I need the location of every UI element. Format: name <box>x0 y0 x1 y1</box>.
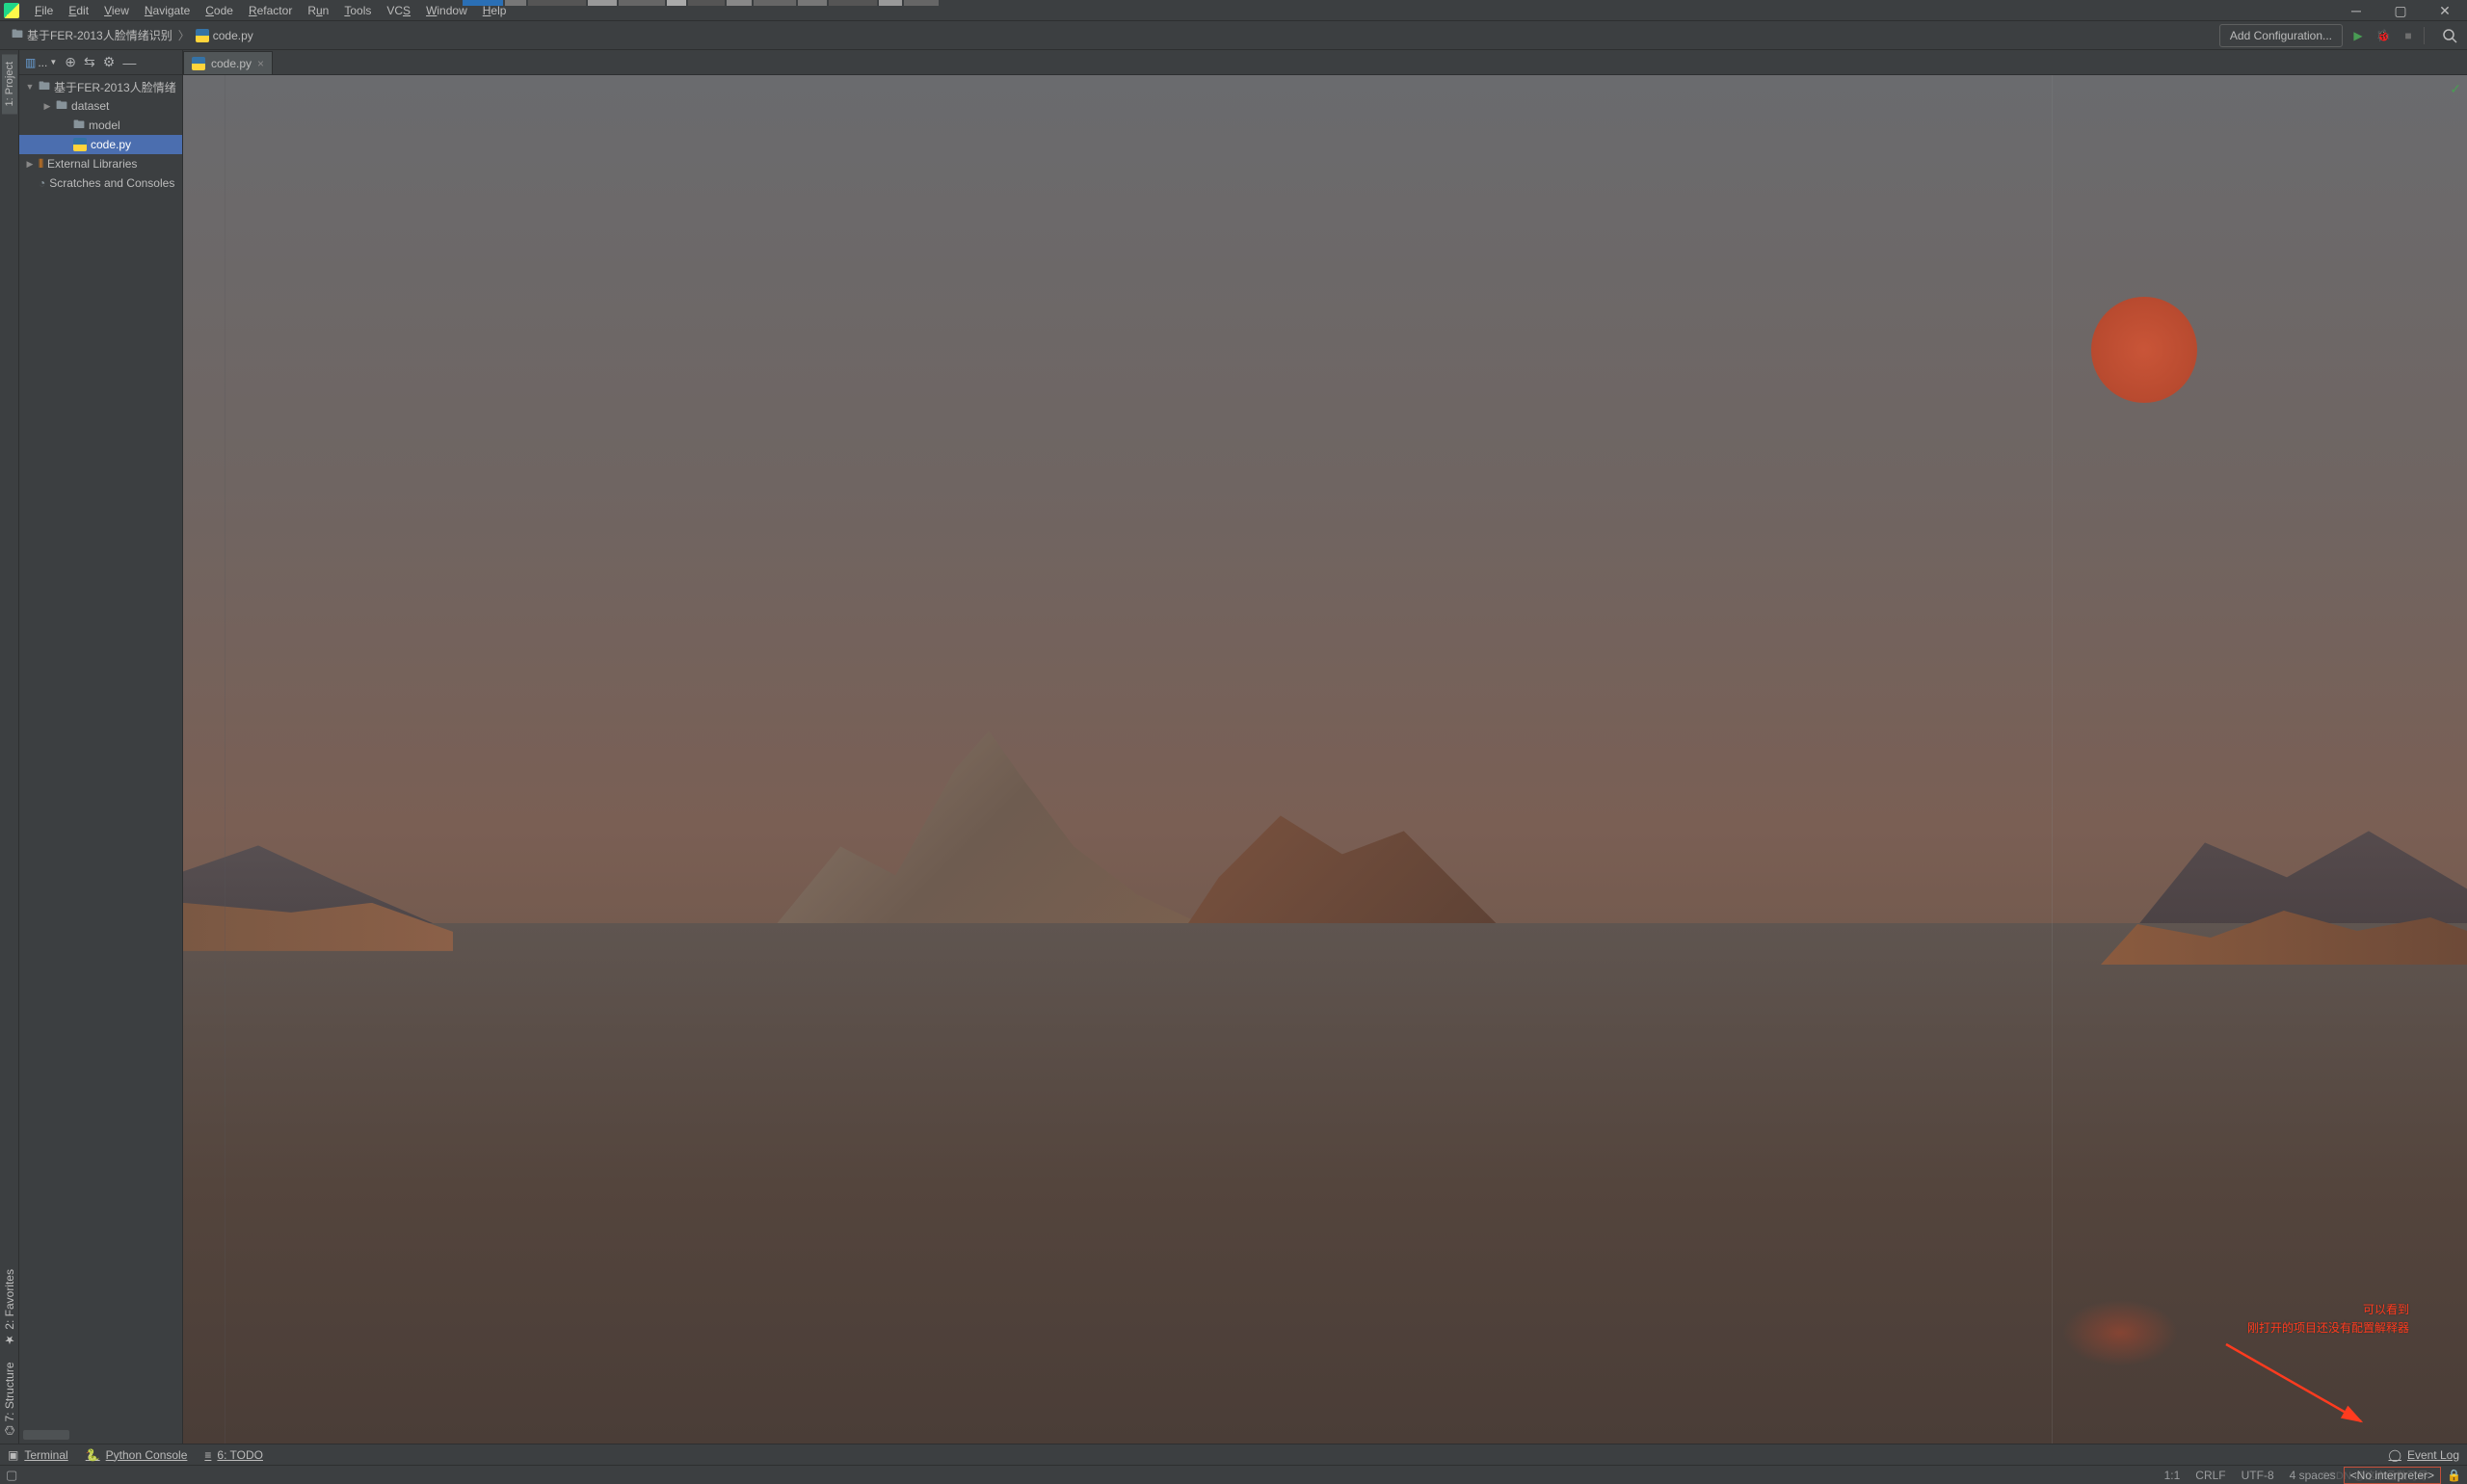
search-everywhere-button[interactable] <box>2440 26 2459 45</box>
libraries-icon <box>39 157 43 172</box>
bottom-tool-bar: ▣ Terminal 🐍 Python Console ≡ 6: TODO ◯ … <box>0 1444 2467 1465</box>
expand-arrow-icon[interactable]: ▼ <box>25 82 35 92</box>
toolwindow-project-tab[interactable]: 1: Project <box>2 54 17 114</box>
breadcrumb-project[interactable]: 🖿 基于FER-2013人脸情绪识别 <box>8 25 176 45</box>
event-log-icon: ◯ <box>2389 1448 2401 1462</box>
debug-button[interactable]: 🐞 <box>2374 26 2393 45</box>
left-tool-stripe: 1: Project ★2: Favorites ⌬7: Structure <box>0 50 19 1444</box>
pycharm-app-icon <box>4 3 19 18</box>
toolwindow-todo-tab[interactable]: ≡ 6: TODO <box>204 1448 263 1462</box>
stop-button[interactable]: ■ <box>2399 26 2418 45</box>
status-caret-position[interactable]: 1:1 <box>2157 1469 2188 1482</box>
editor-tab-bar: code.py × <box>183 50 2467 75</box>
expand-arrow-icon[interactable]: ▶ <box>25 159 35 170</box>
tree-item-label: External Libraries <box>47 157 137 171</box>
toolwindow-event-log-tab[interactable]: ◯ Event Log <box>2389 1448 2459 1462</box>
run-button[interactable]: ▶ <box>2348 26 2368 45</box>
menu-refactor[interactable]: Refactor <box>241 1 300 20</box>
editor-gutter <box>183 75 225 1444</box>
titlebar-redaction <box>463 0 2342 6</box>
project-tool-window: ▥...▼ ⊕ ⇆ ⚙ — ▼ 🖿 基于FER-2013人脸情绪 ▶ 🖿 dat… <box>19 50 183 1444</box>
tree-item-label: model <box>89 119 120 132</box>
tree-root[interactable]: ▼ 🖿 基于FER-2013人脸情绪 <box>19 77 182 96</box>
terminal-icon: ▣ <box>8 1448 18 1462</box>
folder-icon: 🖿 <box>39 77 50 97</box>
tree-dataset[interactable]: ▶ 🖿 dataset <box>19 96 182 116</box>
tree-item-label: dataset <box>71 99 109 113</box>
window-minimize-button[interactable]: ─ <box>2334 0 2378 21</box>
editor-canvas[interactable]: ✓ 可以看到 刚打开的项目还没有配置解释器 <box>183 75 2467 1444</box>
locate-file-icon[interactable]: ⊕ <box>65 54 76 70</box>
menu-view[interactable]: View <box>96 1 137 20</box>
toolwindow-python-console-tab[interactable]: 🐍 Python Console <box>86 1448 188 1462</box>
breadcrumb-project-label: 基于FER-2013人脸情绪识别 <box>27 27 172 43</box>
window-close-button[interactable]: ✕ <box>2423 0 2467 21</box>
toolwindow-terminal-tab[interactable]: ▣ Terminal <box>8 1448 68 1462</box>
tree-model[interactable]: 🖿 model <box>19 116 182 135</box>
menu-run[interactable]: Run <box>300 1 336 20</box>
editor-tab-codepy[interactable]: code.py × <box>183 51 273 74</box>
python-file-icon <box>192 57 205 70</box>
tree-item-label: Scratches and Consoles <box>49 176 174 190</box>
toolwindow-structure-tab[interactable]: ⌬7: Structure <box>1 1354 18 1444</box>
project-panel-header: ▥...▼ ⊕ ⇆ ⚙ — <box>19 50 182 75</box>
readonly-lock-icon[interactable]: 🔒 <box>2447 1469 2461 1482</box>
tree-scratches[interactable]: Scratches and Consoles <box>19 173 182 193</box>
menu-tools[interactable]: Tools <box>336 1 379 20</box>
tree-root-label: 基于FER-2013人脸情绪 <box>54 79 176 95</box>
folder-icon: 🖿 <box>56 96 67 117</box>
status-encoding[interactable]: UTF-8 <box>2234 1469 2282 1482</box>
todo-icon: ≡ <box>204 1448 211 1462</box>
project-tree[interactable]: ▼ 🖿 基于FER-2013人脸情绪 ▶ 🖿 dataset 🖿 model <box>19 75 182 1430</box>
menu-navigate[interactable]: Navigate <box>137 1 198 20</box>
navigation-bar: 🖿 基于FER-2013人脸情绪识别 〉 code.py Add Configu… <box>0 21 2467 50</box>
editor-background-image <box>183 75 2467 1444</box>
toolwindow-favorites-tab[interactable]: ★2: Favorites <box>1 1261 18 1355</box>
folder-icon: 🖿 <box>12 25 23 45</box>
window-maximize-button[interactable]: ▢ <box>2378 0 2423 21</box>
hide-panel-icon[interactable]: — <box>122 55 136 70</box>
project-view-dropdown[interactable]: ▥...▼ <box>25 56 57 69</box>
horizontal-scrollbar[interactable] <box>23 1430 69 1440</box>
breadcrumb-file-label: code.py <box>213 29 253 42</box>
settings-gear-icon[interactable]: ⚙ <box>103 54 116 70</box>
breadcrumb-file[interactable]: code.py <box>192 29 257 42</box>
add-configuration-button[interactable]: Add Configuration... <box>2219 24 2343 47</box>
menu-file[interactable]: File <box>27 1 61 20</box>
annotation-text: 可以看到 刚打开的项目还没有配置解释器 <box>2247 1301 2409 1338</box>
expand-all-icon[interactable]: ⇆ <box>84 54 95 70</box>
close-tab-icon[interactable]: × <box>257 57 264 70</box>
scratches-icon <box>39 176 45 190</box>
toolwindows-quick-access-icon[interactable]: ▢ <box>6 1468 17 1483</box>
python-file-icon <box>73 138 87 151</box>
breadcrumb-separator: 〉 <box>178 27 190 43</box>
tree-external-libraries[interactable]: ▶ External Libraries <box>19 154 182 173</box>
menu-edit[interactable]: Edit <box>61 1 96 20</box>
python-file-icon <box>196 29 209 42</box>
folder-icon: 🖿 <box>73 116 85 136</box>
tree-item-label: code.py <box>91 138 131 151</box>
python-console-icon: 🐍 <box>86 1448 100 1462</box>
status-bar: ▢ 1:1 CRLF UTF-8 4 spaces <No interprete… <box>0 1465 2467 1484</box>
expand-arrow-icon[interactable]: ▶ <box>42 101 52 112</box>
editor-tab-label: code.py <box>211 57 252 70</box>
inspection-ok-icon[interactable]: ✓ <box>2450 81 2461 97</box>
menu-code[interactable]: Code <box>198 1 241 20</box>
menu-vcs[interactable]: VCS <box>379 1 418 20</box>
editor-area: code.py × ✓ <box>183 50 2467 1444</box>
watermark-text: CSDN @这个函数可导 <box>2321 1468 2428 1483</box>
right-margin-line <box>2052 75 2053 1444</box>
status-line-separator[interactable]: CRLF <box>2188 1469 2233 1482</box>
tree-codepy[interactable]: code.py <box>19 135 182 154</box>
menu-bar: File Edit View Navigate Code Refactor Ru… <box>0 0 2467 21</box>
